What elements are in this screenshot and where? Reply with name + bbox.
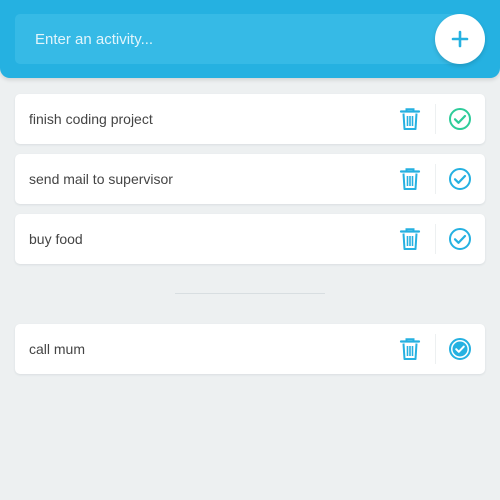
todo-item: finish coding project — [15, 94, 485, 144]
item-divider — [435, 104, 436, 134]
todo-text: call mum — [29, 341, 86, 357]
check-circle-icon — [445, 107, 475, 131]
item-divider — [435, 334, 436, 364]
todo-item: send mail to supervisor — [15, 154, 485, 204]
complete-button[interactable] — [445, 224, 475, 254]
uncomplete-button[interactable] — [445, 334, 475, 364]
todo-item: buy food — [15, 214, 485, 264]
activity-input[interactable] — [15, 14, 485, 64]
todo-text: finish coding project — [29, 111, 153, 127]
header — [0, 0, 500, 78]
todo-text: buy food — [29, 231, 83, 247]
check-circle-icon — [445, 167, 475, 191]
delete-button[interactable] — [395, 334, 425, 364]
check-circle-filled-icon — [445, 337, 475, 361]
add-button[interactable] — [435, 14, 485, 64]
delete-button[interactable] — [395, 164, 425, 194]
todo-app: finish coding project send mail — [0, 0, 500, 500]
check-circle-icon — [445, 227, 475, 251]
trash-icon — [395, 337, 425, 361]
todo-text: send mail to supervisor — [29, 171, 173, 187]
completed-section-divider — [175, 293, 325, 294]
completed-item: call mum — [15, 324, 485, 374]
item-divider — [435, 224, 436, 254]
delete-button[interactable] — [395, 104, 425, 134]
trash-icon — [395, 107, 425, 131]
complete-button[interactable] — [445, 104, 475, 134]
complete-button[interactable] — [445, 164, 475, 194]
plus-icon — [435, 29, 485, 49]
delete-button[interactable] — [395, 224, 425, 254]
item-divider — [435, 164, 436, 194]
trash-icon — [395, 167, 425, 191]
trash-icon — [395, 227, 425, 251]
